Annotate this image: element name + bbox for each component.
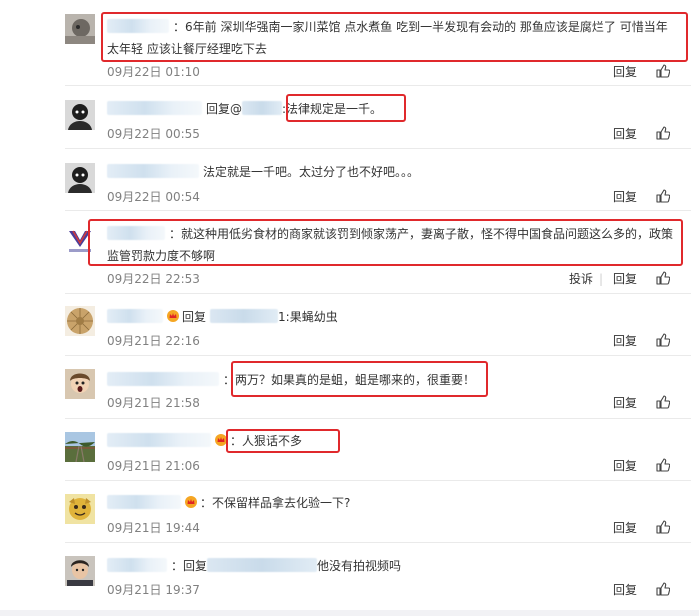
comment-text: ：不保留样品拿去化验一下? bbox=[107, 492, 350, 514]
reply-button[interactable]: 回复 bbox=[613, 271, 637, 287]
divider bbox=[65, 355, 691, 356]
timestamp: 09月22日 22:53 bbox=[107, 272, 200, 286]
mention-blurred[interactable] bbox=[210, 309, 279, 323]
like-thumb-icon[interactable] bbox=[656, 271, 670, 285]
avatar[interactable] bbox=[65, 432, 95, 462]
comment-content: :法律规定是一千。 bbox=[282, 102, 383, 116]
username-blurred[interactable] bbox=[107, 19, 169, 33]
username-blurred[interactable] bbox=[107, 226, 165, 240]
like-thumb-icon[interactable] bbox=[656, 520, 670, 534]
divider bbox=[65, 148, 691, 149]
like-thumb-icon[interactable] bbox=[656, 64, 670, 78]
comment-content: ：两万？如果真的是蛆，蛆是哪来的，很重要！ bbox=[223, 373, 476, 387]
reply-prefix: 回复 bbox=[183, 559, 208, 573]
comment-content: 他没有拍视频吗 bbox=[317, 559, 402, 573]
comment-text: ：两万？如果真的是蛆，蛆是哪来的，很重要！ bbox=[107, 369, 475, 391]
reply-button[interactable]: 回复 bbox=[613, 520, 637, 536]
username-blurred[interactable] bbox=[107, 495, 181, 509]
username-blurred[interactable] bbox=[107, 309, 163, 323]
comment-text: ：就这种用低劣食材的商家就该罚到倾家荡产，妻离子散，怪不得中国食品问题这么多的，… bbox=[107, 223, 679, 267]
divider bbox=[65, 210, 691, 211]
comment-content: 1:果蝇幼虫 bbox=[278, 310, 338, 324]
divider bbox=[65, 293, 691, 294]
divider bbox=[65, 480, 691, 481]
reply-button[interactable]: 回复 bbox=[613, 582, 637, 598]
timestamp: 09月21日 21:58 bbox=[107, 396, 200, 410]
divider bbox=[65, 542, 691, 543]
username-blurred[interactable] bbox=[107, 372, 219, 386]
comment-content: 法定就是一千吧。太过分了也不好吧。。。 bbox=[203, 165, 420, 179]
reply-button[interactable]: 回复 bbox=[613, 395, 637, 411]
avatar[interactable] bbox=[65, 494, 95, 524]
reply-button[interactable]: 回复 bbox=[613, 333, 637, 349]
reply-button[interactable]: 回复 bbox=[613, 189, 637, 205]
timestamp: 09月21日 22:16 bbox=[107, 334, 200, 348]
comment-text: ：人狠话不多 bbox=[107, 430, 302, 452]
divider bbox=[65, 85, 691, 86]
like-thumb-icon[interactable] bbox=[656, 395, 670, 409]
username-blurred[interactable] bbox=[107, 101, 202, 115]
comment-content: ：就这种用低劣食材的商家就该罚到倾家荡产，妻离子散，怪不得中国食品问题这么多的，… bbox=[107, 227, 674, 263]
comment-content: ：6年前 深圳华强南一家川菜馆 点水煮鱼 吃到一半发现有会动的 那鱼应该是腐烂了… bbox=[107, 20, 668, 56]
timestamp: 09月22日 01:10 bbox=[107, 65, 200, 79]
username-blurred[interactable] bbox=[107, 558, 167, 572]
comment-text: ：回复 他没有拍视频吗 bbox=[107, 555, 401, 577]
comment-text: ：6年前 深圳华强南一家川菜馆 点水煮鱼 吃到一半发现有会动的 那鱼应该是腐烂了… bbox=[107, 16, 679, 60]
vip-crown-icon bbox=[167, 310, 179, 322]
comment-text: 回复 1:果蝇幼虫 bbox=[107, 306, 338, 328]
vip-crown-icon bbox=[215, 434, 227, 446]
timestamp: 09月21日 19:44 bbox=[107, 521, 200, 535]
mention-blurred[interactable] bbox=[242, 101, 283, 115]
username-blurred[interactable] bbox=[107, 164, 199, 178]
comment-content: ：人狠话不多 bbox=[230, 434, 303, 448]
reply-prefix: 回复@ bbox=[206, 102, 243, 116]
avatar[interactable] bbox=[65, 369, 95, 399]
bottom-divider bbox=[0, 610, 699, 616]
avatar[interactable] bbox=[65, 14, 95, 44]
colon: ： bbox=[171, 559, 184, 573]
avatar[interactable] bbox=[65, 306, 95, 336]
avatar[interactable] bbox=[65, 163, 95, 193]
like-thumb-icon[interactable] bbox=[656, 582, 670, 596]
avatar[interactable] bbox=[65, 556, 95, 586]
timestamp: 09月21日 19:37 bbox=[107, 583, 200, 597]
like-thumb-icon[interactable] bbox=[656, 458, 670, 472]
comment-content: ：不保留样品拿去化验一下? bbox=[200, 496, 351, 510]
reply-button[interactable]: 回复 bbox=[613, 64, 637, 80]
reply-button[interactable]: 回复 bbox=[613, 126, 637, 142]
vip-crown-icon bbox=[185, 496, 197, 508]
mention-blurred[interactable] bbox=[207, 558, 318, 572]
comment-text: 法定就是一千吧。太过分了也不好吧。。。 bbox=[107, 161, 419, 183]
timestamp: 09月21日 21:06 bbox=[107, 459, 200, 473]
reply-prefix: 回复 bbox=[182, 310, 207, 324]
divider bbox=[65, 418, 691, 419]
like-thumb-icon[interactable] bbox=[656, 126, 670, 140]
reply-button[interactable]: 回复 bbox=[613, 458, 637, 474]
comment-text: 回复@ :法律规定是一千。 bbox=[107, 98, 382, 120]
like-thumb-icon[interactable] bbox=[656, 333, 670, 347]
report-button[interactable]: 投诉 bbox=[569, 271, 593, 287]
username-blurred[interactable] bbox=[107, 433, 211, 447]
avatar[interactable] bbox=[65, 100, 95, 130]
timestamp: 09月22日 00:54 bbox=[107, 190, 200, 204]
avatar[interactable] bbox=[65, 225, 95, 255]
separator: | bbox=[599, 272, 604, 286]
timestamp: 09月22日 00:55 bbox=[107, 127, 200, 141]
like-thumb-icon[interactable] bbox=[656, 189, 670, 203]
